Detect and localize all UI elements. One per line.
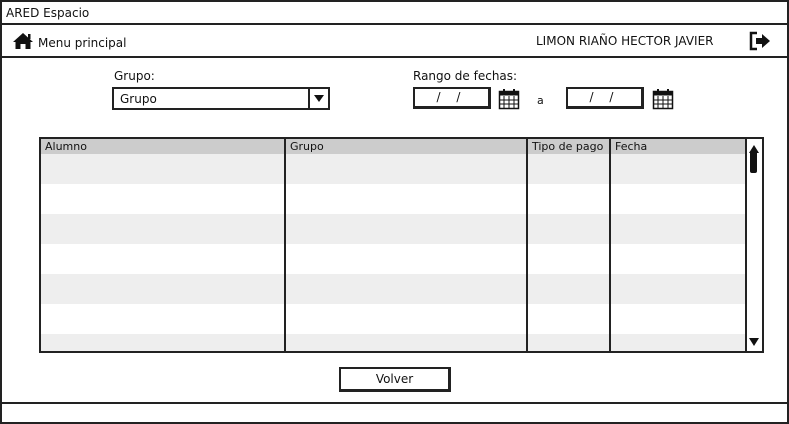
table-row[interactable] (41, 244, 747, 274)
title-bar: ARED Espacio (2, 2, 787, 25)
user-name: LIMON RIAÑO HECTOR JAVIER (536, 34, 714, 48)
status-bar (2, 402, 787, 404)
table-cell (527, 244, 611, 274)
table-row[interactable] (41, 334, 747, 351)
group-label: Grupo: (114, 69, 155, 83)
home-label: Menu principal (38, 35, 127, 50)
table-row[interactable] (41, 214, 747, 244)
date-range-label: Rango de fechas: (413, 69, 518, 83)
table-row[interactable] (41, 274, 747, 304)
table-cell (610, 244, 747, 274)
date-to-input[interactable]: / / (566, 87, 644, 109)
table-cell (610, 334, 747, 351)
table-cell (527, 304, 611, 334)
calendar-icon[interactable] (652, 88, 674, 114)
column-header-tipo-pago[interactable]: Tipo de pago (527, 139, 611, 154)
back-button[interactable]: Volver (339, 367, 451, 392)
table-cell (527, 334, 611, 351)
group-select[interactable]: Grupo (112, 87, 330, 110)
table-cell (285, 334, 528, 351)
table-header: Alumno Grupo Tipo de pago Fecha (41, 139, 747, 154)
table-cell (527, 274, 611, 304)
table-cell (610, 274, 747, 304)
calendar-icon[interactable] (498, 88, 520, 114)
table-cell (527, 154, 611, 184)
scrollbar-thumb[interactable] (750, 151, 757, 173)
group-select-value: Grupo (120, 92, 157, 106)
table-cell (285, 184, 528, 214)
table-cell (41, 154, 286, 184)
date-from-input[interactable]: / / (413, 87, 491, 109)
table-cell (610, 214, 747, 244)
app-window: ARED Espacio Menu principal LIMON RIAÑO … (0, 0, 789, 424)
table-cell (41, 214, 286, 244)
table-cell (41, 334, 286, 351)
table-row[interactable] (41, 184, 747, 214)
chevron-down-icon[interactable] (308, 89, 328, 108)
window-title: ARED Espacio (6, 6, 90, 20)
table-cell (610, 304, 747, 334)
table-cell (610, 184, 747, 214)
table-row[interactable] (41, 304, 747, 334)
table-cell (527, 184, 611, 214)
table-cell (41, 184, 286, 214)
date-from-value: / / (436, 90, 467, 104)
column-header-grupo[interactable]: Grupo (285, 139, 528, 154)
table-cell (285, 244, 528, 274)
table-cell (41, 304, 286, 334)
table-cell (285, 304, 528, 334)
home-icon (12, 32, 34, 53)
date-separator: a (537, 94, 544, 107)
column-header-fecha[interactable]: Fecha (610, 139, 747, 154)
table-cell (285, 154, 528, 184)
table-row[interactable] (41, 154, 747, 184)
table-cell (527, 214, 611, 244)
table-cell (285, 214, 528, 244)
column-header-alumno[interactable]: Alumno (41, 139, 286, 154)
logout-icon[interactable] (749, 31, 771, 54)
table-cell (41, 274, 286, 304)
table-cell (285, 274, 528, 304)
nav-bar: Menu principal LIMON RIAÑO HECTOR JAVIER (2, 25, 787, 58)
scroll-down-icon[interactable] (749, 332, 759, 351)
table-cell (41, 244, 286, 274)
home-link[interactable]: Menu principal (12, 32, 127, 53)
vertical-scrollbar[interactable] (745, 139, 762, 351)
payments-table: Alumno Grupo Tipo de pago Fecha (39, 137, 764, 353)
date-to-value: / / (589, 90, 620, 104)
table-cell (610, 154, 747, 184)
